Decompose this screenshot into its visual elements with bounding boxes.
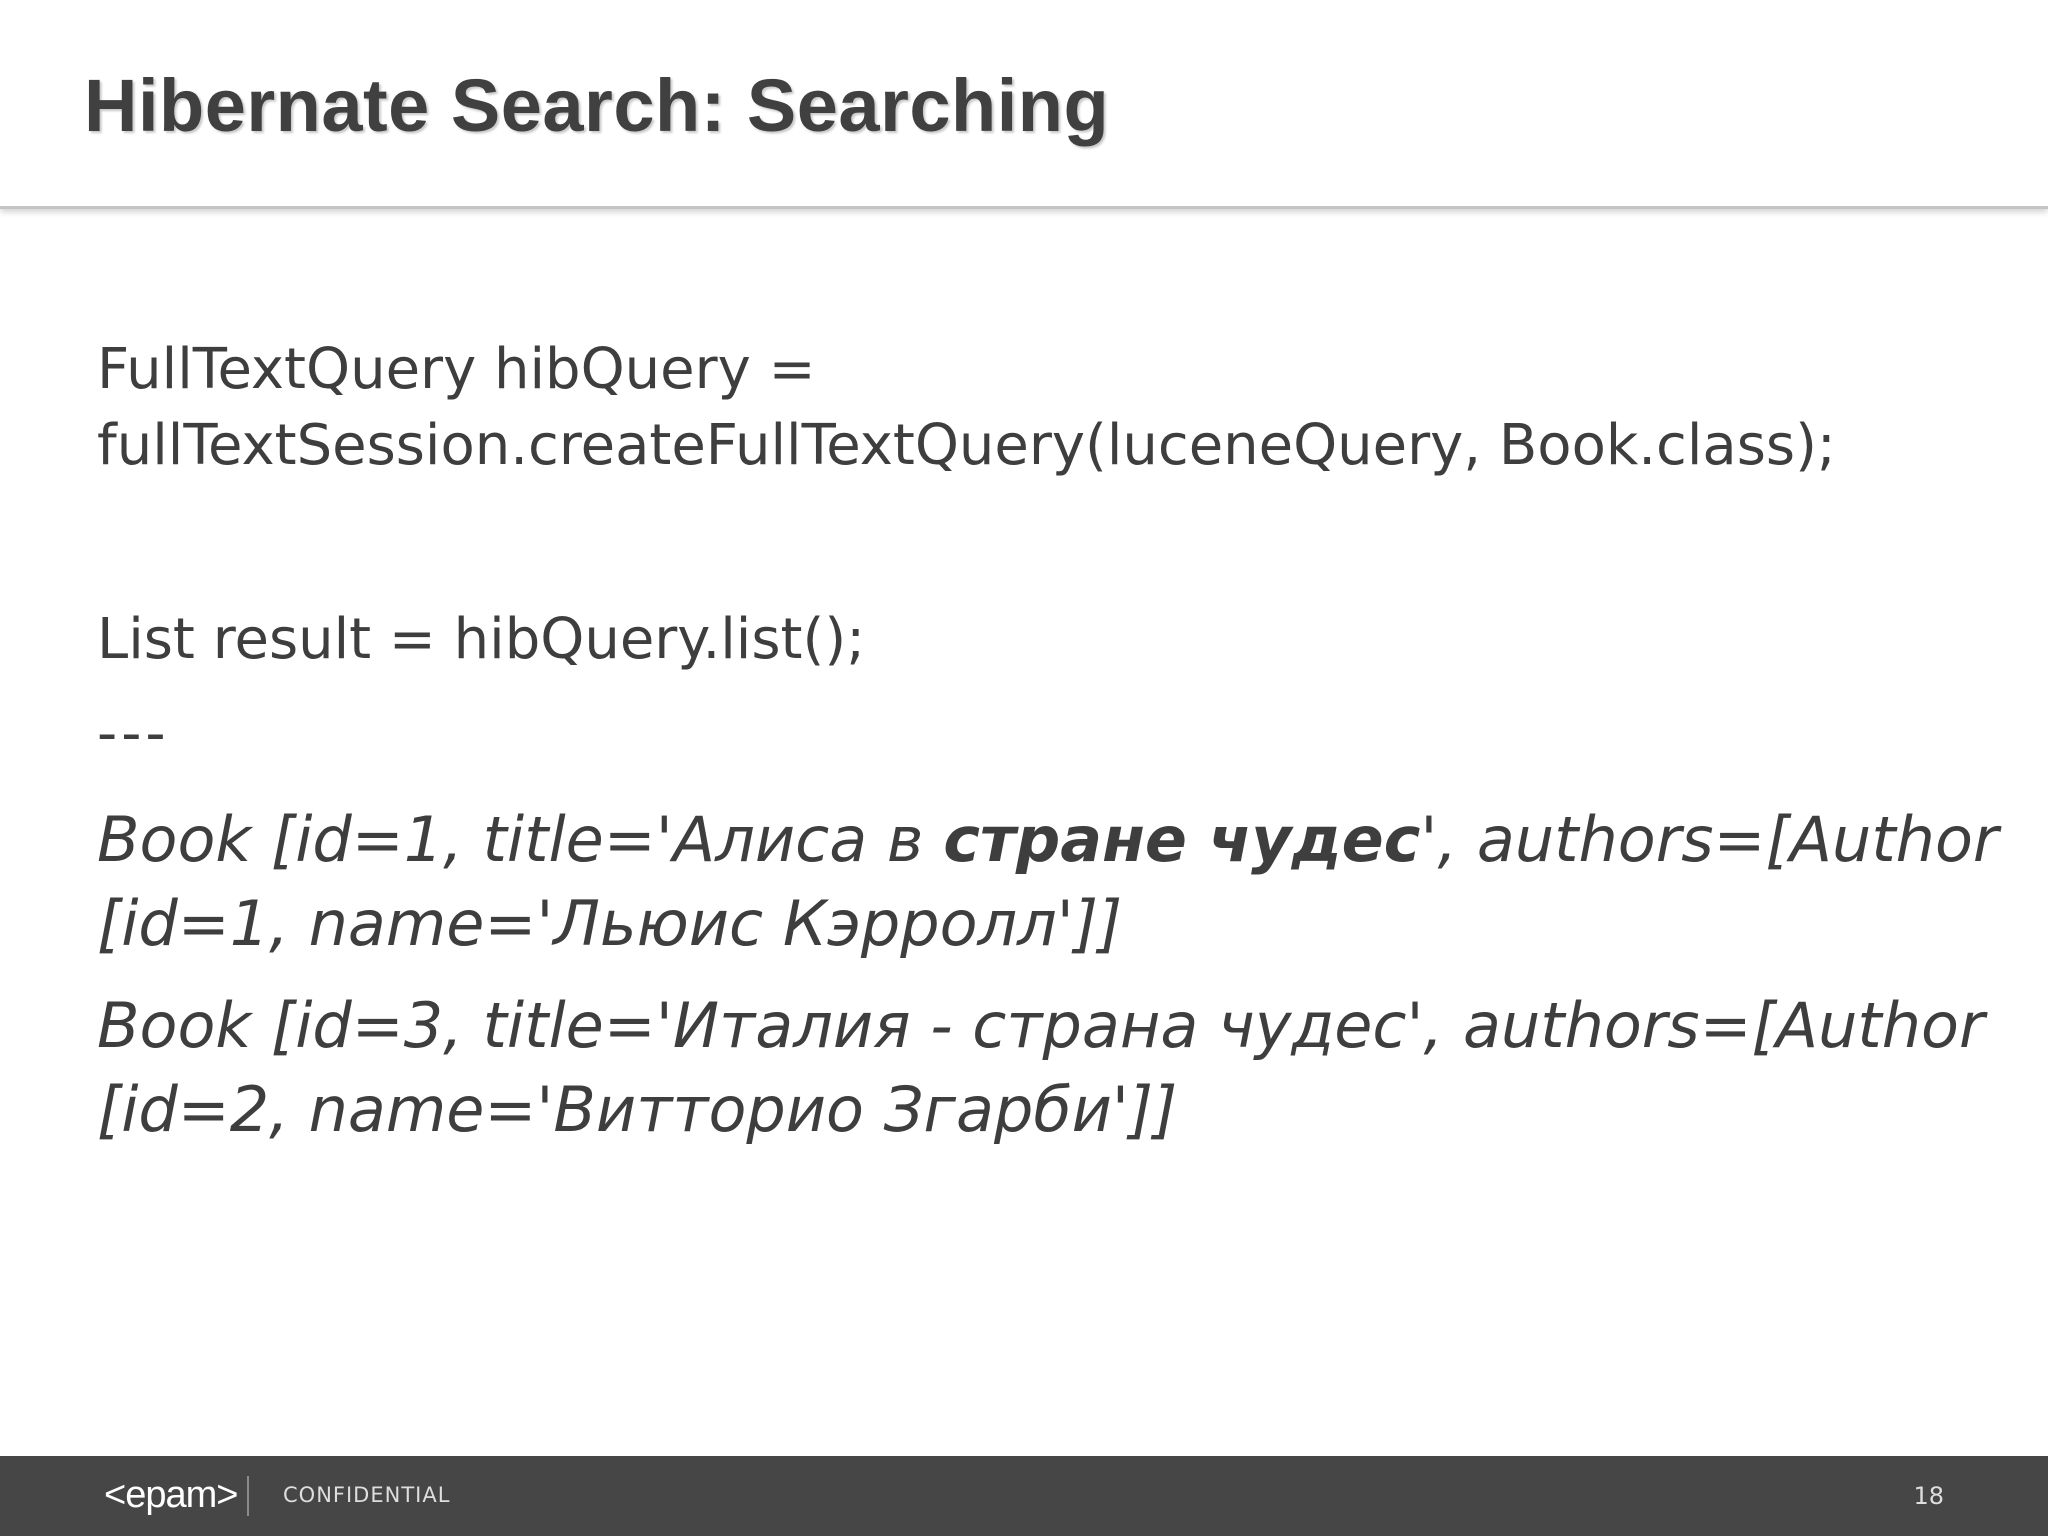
result-line: Book [id=3, title='Италия - страна чудес… <box>97 989 1985 1062</box>
result-text: Book [id=1, title='Алиса в <box>97 803 944 876</box>
code-line: fullTextSession.createFullTextQuery(luce… <box>97 413 1836 478</box>
page-number: 18 <box>1913 1482 1944 1510</box>
footer-divider <box>247 1476 249 1516</box>
separator-text: --- <box>97 701 170 766</box>
slide-content: FullTextQuery hibQuery = fullTextSession… <box>97 332 1999 1170</box>
result-highlight: стране чудес <box>943 803 1421 876</box>
slide-title: Hibernate Search: Searching <box>84 64 1110 147</box>
result-item: Book [id=3, title='Италия - страна чудес… <box>97 984 1997 1152</box>
slide-footer: <epam> CONFIDENTIAL 18 <box>0 1456 2048 1536</box>
slide-header: Hibernate Search: Searching <box>0 0 2048 209</box>
code-block-query: FullTextQuery hibQuery = fullTextSession… <box>97 332 1997 484</box>
code-line: List result = hibQuery.list(); <box>97 607 866 672</box>
result-item: Book [id=1, title='Алиса в стране чудес'… <box>97 798 1999 966</box>
result-line: [id=1, name='Льюис Кэрролл']] <box>97 887 1123 960</box>
code-line: FullTextQuery hibQuery = <box>97 337 816 402</box>
result-text: ', authors=[Author <box>1420 803 1999 876</box>
epam-logo: <epam> <box>104 1474 238 1516</box>
result-line: Book [id=1, title='Алиса в стране чудес'… <box>97 798 1999 882</box>
confidential-label: CONFIDENTIAL <box>283 1483 451 1507</box>
result-line: [id=2, name='Витторио Згарби']] <box>97 1073 1178 1146</box>
